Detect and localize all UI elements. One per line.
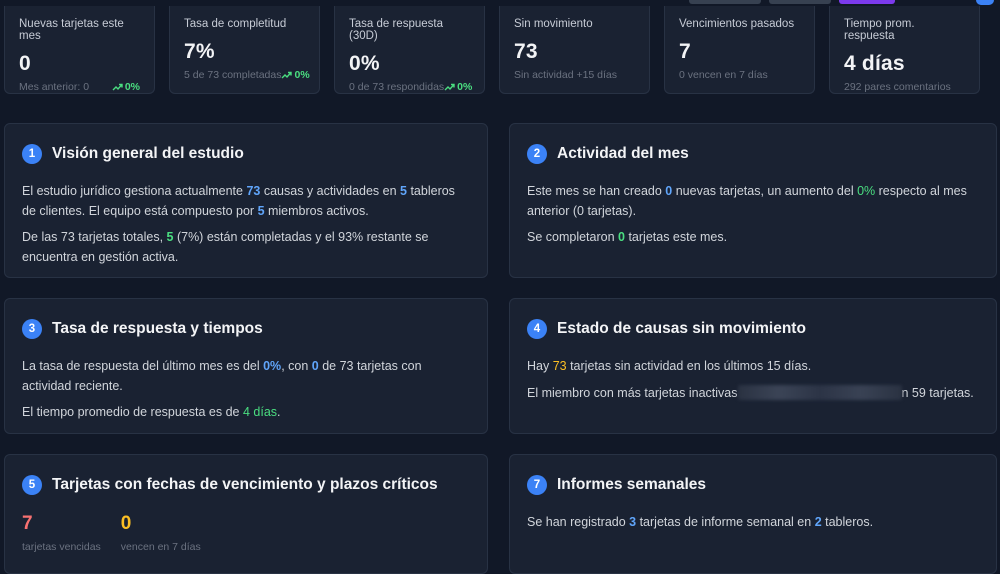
trend-up-icon — [112, 83, 123, 91]
section-title: Actividad del mes — [557, 145, 689, 162]
trend-badge: 0% — [281, 69, 310, 81]
section-paragraph: La tasa de respuesta del último mes es d… — [22, 359, 422, 393]
stat-card-response-rate: Tasa de respuesta (30D) 0% 0 de 73 respo… — [334, 6, 485, 94]
stat-sub: 292 pares comentarios — [844, 81, 951, 93]
stat-value: 0 — [19, 52, 31, 75]
section-title: Tasa de respuesta y tiempos — [52, 320, 263, 337]
stat-sub: 0 vencen en 7 días — [679, 69, 768, 81]
overdue-label: tarjetas vencidas — [22, 541, 101, 553]
section-number-badge: 1 — [22, 144, 42, 164]
section-number-badge: 4 — [527, 319, 547, 339]
due-soon-stat: 0 vencen en 7 días — [121, 513, 201, 553]
stat-label: Tasa de respuesta (30D) — [349, 18, 443, 42]
trend-up-icon — [444, 83, 455, 91]
stat-value: 7% — [184, 40, 215, 63]
stat-value: 4 días — [844, 52, 905, 75]
section-stale-cases: 4 Estado de causas sin movimiento Hay 73… — [509, 298, 997, 434]
section-paragraph: De las 73 tarjetas totales, 5 (7%) están… — [22, 230, 429, 264]
header-button-stub[interactable] — [769, 0, 831, 4]
section-weekly-reports: 7 Informes semanales Se han registrado 3… — [509, 454, 997, 574]
section-paragraph: El tiempo promedio de respuesta es de 4 … — [22, 405, 281, 419]
section-title: Tarjetas con fechas de vencimiento y pla… — [52, 476, 438, 493]
section-paragraph: El estudio jurídico gestiona actualmente… — [22, 184, 455, 218]
stat-card-no-movement: Sin movimiento 73 Sin actividad +15 días — [499, 6, 650, 94]
stat-label: Tasa de completitud — [184, 18, 287, 30]
stat-value: 73 — [514, 40, 538, 63]
stat-card-avg-response-time: Tiempo prom. respuesta 4 días 292 pares … — [829, 6, 980, 94]
due-soon-label: vencen en 7 días — [120, 541, 201, 553]
stat-label: Nuevas tarjetas este mes — [19, 18, 124, 42]
stat-sub: Sin actividad +15 días — [514, 69, 618, 81]
section-month-activity: 2 Actividad del mes Este mes se han crea… — [509, 123, 997, 278]
section-number-badge: 5 — [22, 475, 42, 495]
header-button-stub[interactable] — [839, 0, 895, 4]
section-title: Informes semanales — [557, 476, 707, 493]
section-due-dates: 5 Tarjetas con fechas de vencimiento y p… — [4, 454, 488, 574]
overdue-stat: 7 tarjetas vencidas — [22, 513, 101, 553]
avatar[interactable] — [976, 0, 994, 5]
stat-value: 7 — [679, 40, 691, 63]
section-paragraph: Se completaron 0 tarjetas este mes. — [527, 230, 728, 244]
header-button-stub[interactable] — [689, 0, 761, 4]
stat-card-new-cards: Nuevas tarjetas este mes 0 Mes anterior:… — [4, 6, 155, 94]
section-paragraph: Este mes se han creado 0 nuevas tarjetas… — [527, 184, 967, 218]
section-number-badge: 3 — [22, 319, 42, 339]
section-paragraph: Se han registrado 3 tarjetas de informe … — [527, 515, 874, 529]
trend-up-icon — [281, 71, 293, 79]
section-response-rate: 3 Tasa de respuesta y tiempos La tasa de… — [4, 298, 488, 434]
stat-card-past-due: Vencimientos pasados 7 0 vencen en 7 día… — [664, 6, 815, 94]
trend-badge: 0% — [112, 81, 140, 93]
stat-label: Tiempo prom. respuesta — [844, 18, 915, 42]
stat-sub: 5 de 73 completadas — [184, 69, 282, 81]
section-overview: 1 Visión general del estudio El estudio … — [4, 123, 488, 278]
stat-label: Vencimientos pasados — [679, 18, 795, 30]
stat-value: 0% — [349, 52, 380, 75]
stat-card-completion-rate: Tasa de completitud 7% 5 de 73 completad… — [169, 6, 320, 94]
redacted-member-name — [737, 384, 902, 400]
section-number-badge: 7 — [527, 475, 547, 495]
due-soon-count: 0 — [120, 513, 132, 534]
stat-label: Sin movimiento — [514, 18, 593, 30]
section-number-badge: 2 — [527, 144, 547, 164]
trend-badge: 0% — [444, 81, 472, 93]
section-title: Estado de causas sin movimiento — [557, 320, 806, 337]
section-title: Visión general del estudio — [52, 145, 244, 162]
stat-sub: Mes anterior: 0 — [19, 81, 90, 93]
section-paragraph: Hay 73 tarjetas sin actividad en los últ… — [527, 359, 812, 373]
section-paragraph: El miembro con más tarjetas inactivas n 5… — [527, 384, 974, 400]
overdue-count: 7 — [22, 513, 33, 534]
stat-sub: 0 de 73 respondidas — [349, 81, 445, 93]
